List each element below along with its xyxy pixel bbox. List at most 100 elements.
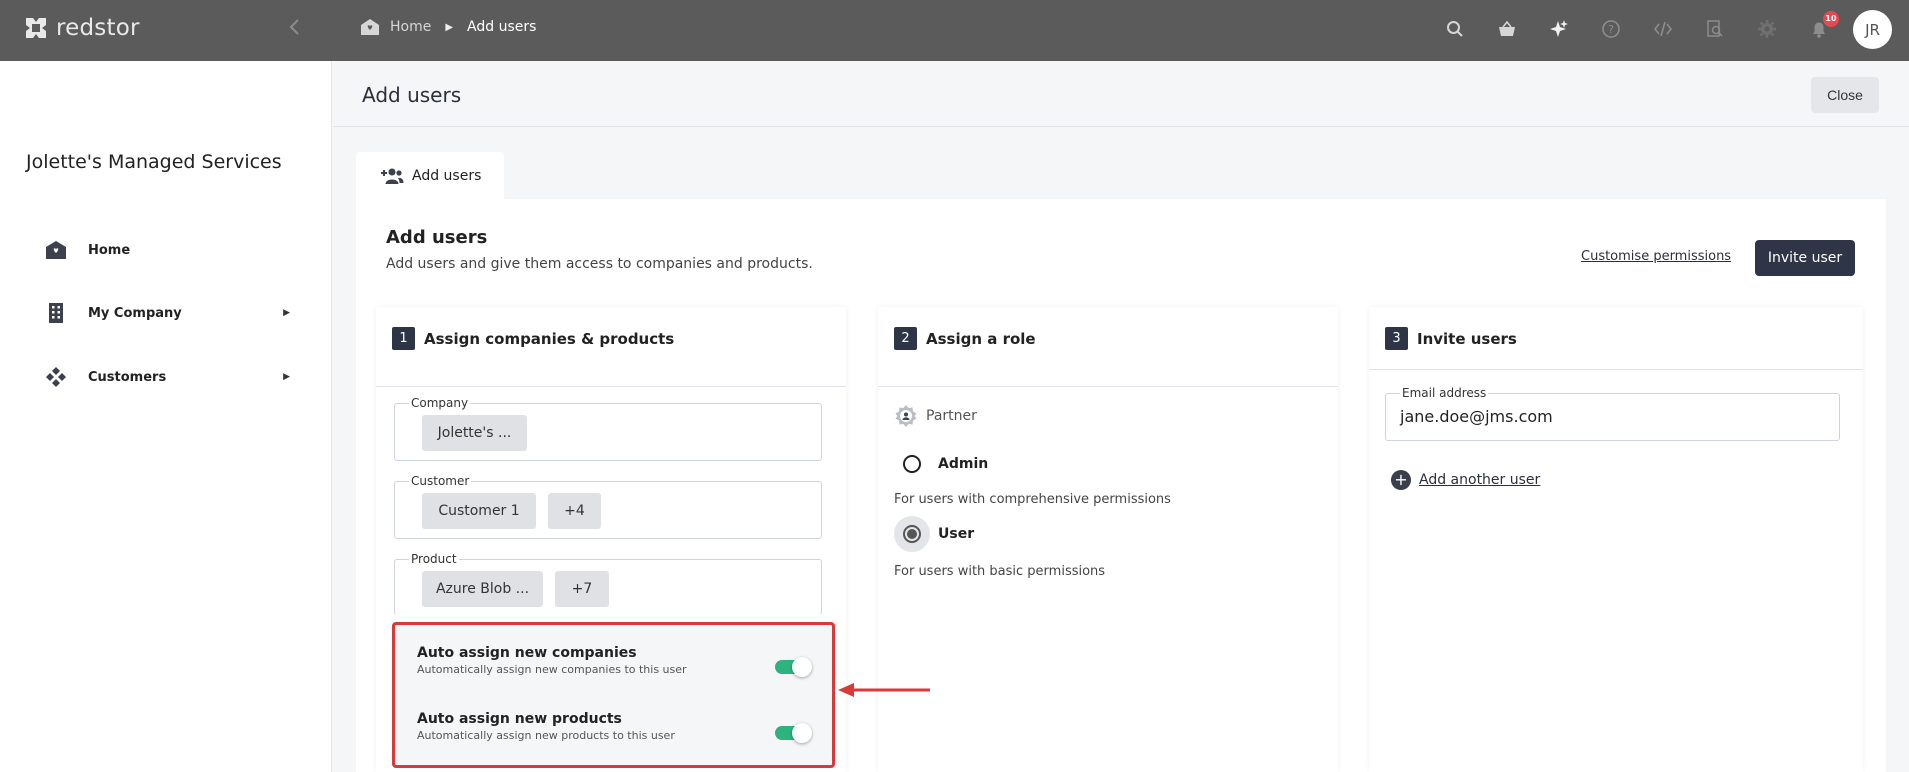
search-icon xyxy=(1447,21,1463,37)
breadcrumb-home-link[interactable]: Home xyxy=(390,19,431,35)
redstor-logo-icon xyxy=(26,18,46,38)
toggle-description: Automatically assign new products to thi… xyxy=(417,729,675,742)
step1-header: 1 Assign companies & products xyxy=(392,327,674,350)
role-description: For users with basic permissions xyxy=(894,564,1106,579)
sidebar-item-label: Home xyxy=(88,242,131,258)
auto-assign-companies-toggle[interactable] xyxy=(775,657,812,677)
field-label: Product xyxy=(409,552,459,566)
developer-button[interactable] xyxy=(1651,17,1675,41)
divider xyxy=(1369,369,1863,370)
document-search-icon xyxy=(1707,20,1723,37)
card-subtitle: Add users and give them access to compan… xyxy=(386,256,813,272)
radio-outer xyxy=(903,525,921,543)
sidebar-item-label: Customers xyxy=(88,369,167,385)
radio-admin[interactable] xyxy=(894,446,930,482)
toggle-title: Auto assign new companies xyxy=(417,645,637,661)
card-title: Add users xyxy=(386,227,488,248)
auto-assign-products-row: Auto assign new products Automatically a… xyxy=(417,711,675,742)
radio-dot xyxy=(907,529,917,539)
toggle-knob xyxy=(792,657,812,677)
customise-permissions-link[interactable]: Customise permissions xyxy=(1581,249,1731,264)
toggle-description: Automatically assign new companies to th… xyxy=(417,663,687,676)
user-avatar[interactable]: JR xyxy=(1853,10,1892,49)
brand-logo[interactable]: redstor xyxy=(22,14,140,42)
help-icon: ? xyxy=(1602,20,1620,38)
notification-count-badge: 10 xyxy=(1823,11,1839,27)
step-number: 2 xyxy=(894,327,917,350)
role-user-option[interactable]: User xyxy=(894,516,974,552)
search-button[interactable] xyxy=(1443,17,1467,41)
role-admin-option[interactable]: Admin xyxy=(894,446,988,482)
tab-add-users[interactable]: Add users xyxy=(356,152,504,199)
close-button[interactable]: Close xyxy=(1811,77,1879,113)
step-number: 3 xyxy=(1385,327,1408,350)
product-select[interactable]: Product Azure Blob ... +7 xyxy=(394,552,822,615)
radio-outer xyxy=(903,455,921,473)
help-button[interactable]: ? xyxy=(1599,17,1623,41)
toggle-title: Auto assign new products xyxy=(417,711,622,727)
partner-badge-icon xyxy=(895,405,917,427)
field-label: Email address xyxy=(1400,386,1489,400)
top-bar: redstor Home ▶ Add users ? 10 JR xyxy=(0,0,1909,61)
step3-header: 3 Invite users xyxy=(1385,327,1517,350)
step2-column: 2 Assign a role Partner Admin For users … xyxy=(878,307,1338,772)
customer-select[interactable]: Customer Customer 1 +4 xyxy=(394,474,822,539)
customers-icon xyxy=(44,365,68,389)
ai-assistant-button[interactable] xyxy=(1547,17,1571,41)
step-title: Assign a role xyxy=(926,329,1036,348)
expand-caret-icon: ▶ xyxy=(283,372,290,382)
customer-chip[interactable]: Customer 1 xyxy=(422,493,536,529)
step3-column: 3 Invite users Email address jane.doe@jm… xyxy=(1369,307,1863,772)
sparkle-icon xyxy=(1550,20,1568,37)
plus-circle-icon: + xyxy=(1391,470,1411,490)
page-header: Add users Close xyxy=(333,61,1909,127)
organization-name: Jolette's Managed Services xyxy=(26,151,282,173)
auto-assign-highlight: Auto assign new companies Automatically … xyxy=(392,622,835,768)
add-another-user-button[interactable]: + Add another user xyxy=(1391,470,1540,490)
product-chip[interactable]: Azure Blob ... xyxy=(422,571,543,607)
email-field[interactable]: Email address jane.doe@jms.com xyxy=(1385,386,1840,441)
customer-more-chip[interactable]: +4 xyxy=(548,493,601,529)
sidebar-item-customers[interactable]: Customers ▶ xyxy=(44,362,294,392)
basket-icon xyxy=(1499,20,1515,36)
brand-name: redstor xyxy=(56,15,140,41)
product-more-chip[interactable]: +7 xyxy=(555,571,609,607)
code-icon xyxy=(1653,21,1673,37)
expand-caret-icon: ▶ xyxy=(283,308,290,318)
building-icon xyxy=(44,301,68,325)
sidebar: Jolette's Managed Services Home My Compa… xyxy=(0,61,332,772)
settings-button[interactable] xyxy=(1755,17,1779,41)
step-title: Assign companies & products xyxy=(424,329,675,348)
home-icon xyxy=(361,19,379,35)
radio-user[interactable] xyxy=(894,516,930,552)
sidebar-item-my-company[interactable]: My Company ▶ xyxy=(44,298,294,328)
role-description: For users with comprehensive permissions xyxy=(894,492,1171,507)
breadcrumb: Home ▶ Add users xyxy=(360,18,536,36)
partner-group-label: Partner xyxy=(894,404,977,428)
audit-search-button[interactable] xyxy=(1703,17,1727,41)
field-label: Customer xyxy=(409,474,472,488)
breadcrumb-separator-icon: ▶ xyxy=(445,21,454,33)
breadcrumb-current: Add users xyxy=(467,19,537,35)
add-another-label: Add another user xyxy=(1419,472,1541,488)
annotation-arrow-icon xyxy=(838,683,930,697)
basket-button[interactable] xyxy=(1495,17,1519,41)
sidebar-item-label: My Company xyxy=(88,305,182,321)
email-value[interactable]: jane.doe@jms.com xyxy=(1400,407,1553,426)
field-label: Company xyxy=(409,396,471,410)
collapse-sidebar-button[interactable] xyxy=(282,16,306,44)
svg-text:?: ? xyxy=(1608,23,1614,36)
divider xyxy=(376,386,846,387)
company-chip[interactable]: Jolette's ... xyxy=(422,415,527,451)
notifications-button[interactable]: 10 xyxy=(1807,11,1839,41)
auto-assign-companies-row: Auto assign new companies Automatically … xyxy=(417,645,687,676)
divider xyxy=(878,386,1338,387)
auto-assign-products-toggle[interactable] xyxy=(775,723,812,743)
toggle-knob xyxy=(792,723,812,743)
role-label: Admin xyxy=(938,456,989,472)
gear-icon xyxy=(1758,20,1776,38)
partner-label: Partner xyxy=(926,408,977,424)
company-select[interactable]: Company Jolette's ... xyxy=(394,396,822,461)
invite-user-button[interactable]: Invite user xyxy=(1755,240,1855,276)
sidebar-item-home[interactable]: Home xyxy=(44,235,294,265)
